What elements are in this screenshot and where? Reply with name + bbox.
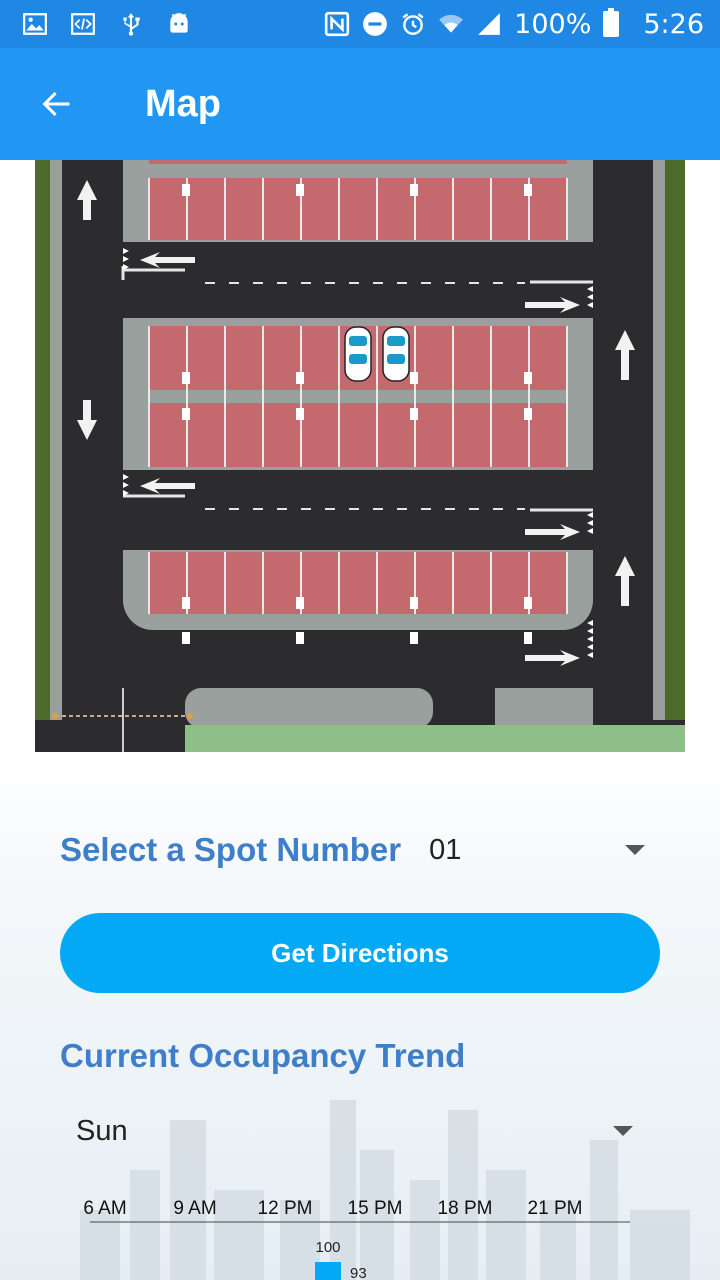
battery-icon: [603, 8, 620, 37]
alarm-icon: [400, 11, 426, 37]
day-value: Sun: [76, 1114, 128, 1147]
spot-selector-row: Select a Spot Number 01: [60, 822, 660, 878]
spot-label: Select a Spot Number: [60, 831, 402, 868]
occupancy-chart-svg: 6 AM 9 AM 12 PM 15 PM 18 PM 21 PM 100 93: [83, 1198, 630, 1280]
chart-value-label: 93: [350, 1265, 367, 1280]
occupancy-chart: 6 AM 9 AM 12 PM 15 PM 18 PM 21 PM 100 93: [0, 1182, 720, 1280]
code-icon: [70, 11, 96, 37]
car-icon: [344, 326, 372, 382]
wifi-icon: [438, 11, 464, 37]
details-panel: Select a Spot Number 01 Get Directions C…: [0, 752, 720, 1280]
battery-percent: 100%: [514, 8, 592, 40]
back-button[interactable]: [0, 48, 112, 160]
status-bar-left: [22, 11, 192, 37]
page-title: Map: [145, 82, 221, 125]
nfc-icon: [324, 11, 350, 37]
chart-x-tick-label: 6 AM: [83, 1198, 126, 1219]
dropdown-arrow-icon: [613, 1126, 633, 1136]
day-dropdown[interactable]: Sun: [76, 1107, 648, 1155]
arrow-back-icon: [42, 92, 70, 116]
chart-x-tick-label: 18 PM: [438, 1198, 493, 1219]
clock: 5:26: [643, 8, 704, 40]
android-debug-icon: [166, 11, 192, 37]
occupancy-trend-title: Current Occupancy Trend: [60, 1037, 466, 1074]
spot-number-dropdown[interactable]: 01: [429, 834, 660, 867]
signal-icon: [476, 11, 502, 37]
chart-x-tick-label: 21 PM: [528, 1198, 583, 1219]
status-bar-right: 100% 5:26: [324, 8, 704, 40]
parking-map-image: [35, 160, 685, 752]
app-bar: Map: [0, 48, 720, 160]
dropdown-arrow-icon: [625, 845, 645, 855]
chart-x-tick-label: 15 PM: [348, 1198, 403, 1219]
chart-x-tick-label: 9 AM: [173, 1198, 216, 1219]
status-bar: 100% 5:26: [0, 0, 720, 48]
get-directions-button[interactable]: Get Directions: [60, 913, 660, 993]
parking-map[interactable]: [35, 160, 685, 752]
chart-bar: [315, 1262, 341, 1280]
spot-number-value: 01: [429, 833, 462, 866]
chart-x-tick-label: 12 PM: [258, 1198, 313, 1219]
chart-y-max-label: 100: [315, 1239, 340, 1256]
image-icon: [22, 11, 48, 37]
usb-icon: [118, 11, 144, 37]
do-not-disturb-icon: [362, 11, 388, 37]
car-icon: [382, 326, 410, 382]
